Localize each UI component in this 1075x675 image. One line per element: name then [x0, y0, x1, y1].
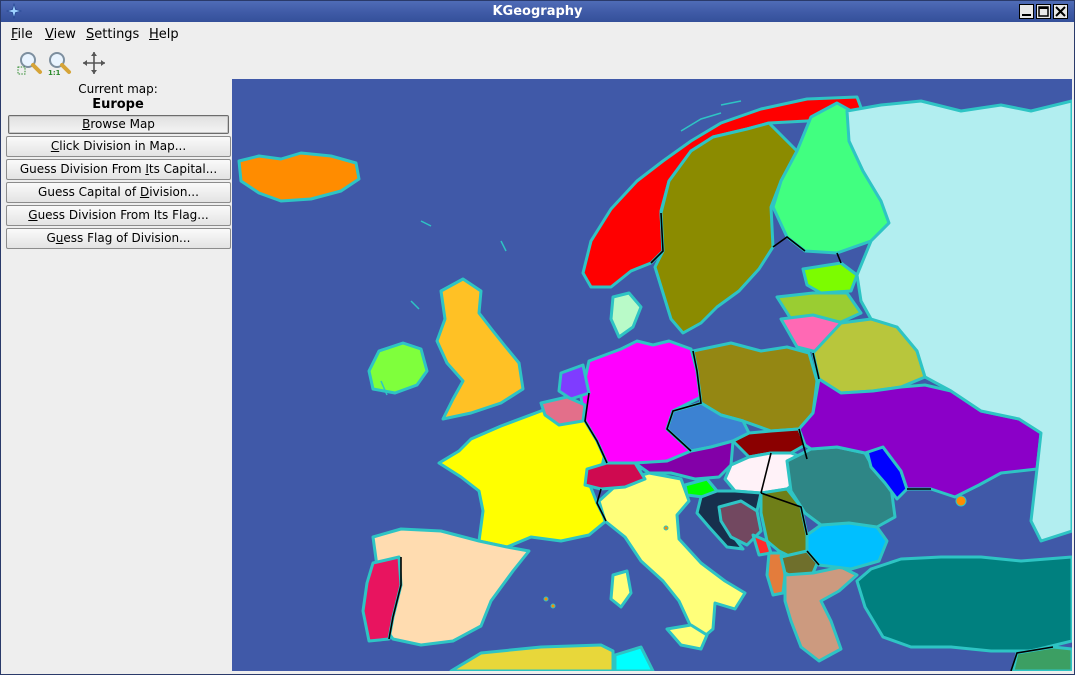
region-turkey[interactable]: [855, 555, 1072, 653]
title-bar[interactable]: KGeography: [1, 1, 1074, 22]
menu-help[interactable]: Help: [149, 27, 179, 42]
close-icon: [1055, 6, 1066, 17]
europe-map[interactable]: [232, 79, 1072, 671]
maximize-icon: [1038, 6, 1049, 17]
svg-text:1:1: 1:1: [48, 69, 61, 76]
menu-file[interactable]: File: [11, 27, 33, 42]
region-bulgaria[interactable]: [805, 521, 889, 571]
menu-bar: File View Settings Help: [1, 23, 1074, 45]
guess-flag-button[interactable]: Guess Flag of Division...: [6, 228, 231, 249]
minimize-icon: [1022, 14, 1031, 16]
zoom-in-icon: [17, 52, 42, 75]
guess-capital-button[interactable]: Guess Capital of Division...: [6, 182, 231, 203]
guess-division-from-flag-button[interactable]: Guess Division From Its Flag...: [6, 205, 231, 226]
zoom-button[interactable]: [17, 50, 43, 76]
guess-division-from-capital-button[interactable]: Guess Division From Its Capital...: [6, 159, 231, 180]
close-button[interactable]: [1053, 4, 1068, 19]
region-estonia[interactable]: [801, 261, 859, 295]
current-map-label: Current map:: [78, 82, 158, 96]
move-icon: [83, 52, 105, 74]
current-map-value: Europe: [92, 97, 144, 112]
maximize-button[interactable]: [1036, 4, 1051, 19]
browse-map-button[interactable]: Browse Map: [8, 115, 229, 134]
region-ireland[interactable]: [367, 341, 429, 395]
original-size-button[interactable]: 1:1: [46, 50, 72, 77]
map-view[interactable]: [232, 79, 1072, 671]
app-window: KGeography File View Settings Help 1:1 C…: [0, 0, 1075, 675]
minimize-button[interactable]: [1019, 4, 1034, 19]
menu-settings[interactable]: Settings: [86, 27, 139, 42]
window-title: KGeography: [492, 4, 583, 19]
click-division-button[interactable]: Click Division in Map...: [6, 136, 231, 157]
side-panel: Current map: Europe Browse Map Click Div…: [1, 79, 231, 674]
original-size-icon: 1:1: [48, 52, 71, 77]
menu-view[interactable]: View: [45, 27, 76, 42]
move-button[interactable]: [81, 50, 107, 76]
toolbar: 1:1: [1, 47, 1074, 79]
